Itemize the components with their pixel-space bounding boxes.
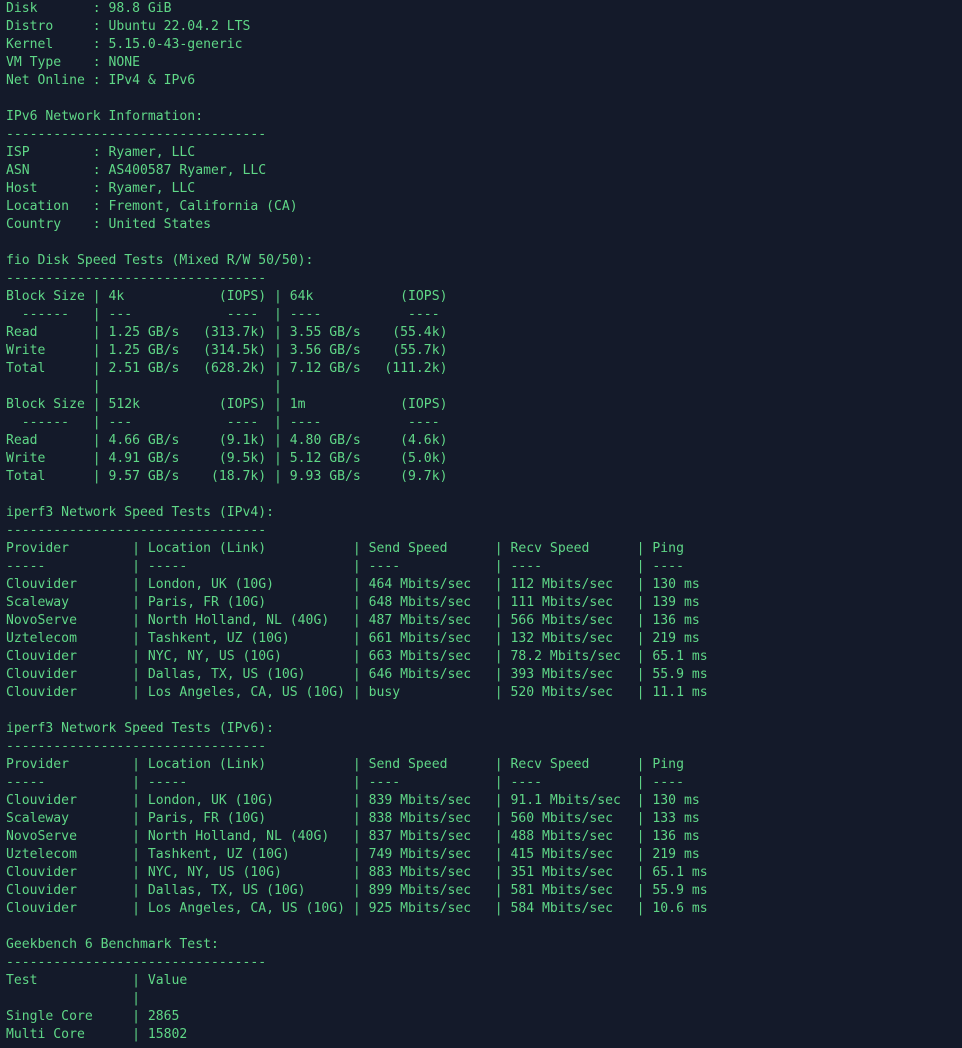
terminal-line: Scaleway | Paris, FR (10G) | 648 Mbits/s… — [6, 595, 700, 610]
terminal-line: Distro : Ubuntu 22.04.2 LTS — [6, 19, 251, 34]
terminal-line: Uztelecom | Tashkent, UZ (10G) | 661 Mbi… — [6, 631, 700, 646]
terminal-line: ----- | ----- | ---- | ---- | ---- — [6, 559, 684, 574]
terminal-line: --------------------------------- — [6, 523, 267, 538]
terminal-line: Geekbench 6 Benchmark Test: — [6, 937, 219, 952]
terminal-line: Location : Fremont, California (CA) — [6, 199, 298, 214]
terminal-line: --------------------------------- — [6, 271, 267, 286]
terminal-line: Test | Value — [6, 973, 188, 988]
terminal-line: Provider | Location (Link) | Send Speed … — [6, 757, 684, 772]
terminal-line: ----- | ----- | ---- | ---- | ---- — [6, 775, 684, 790]
terminal-line: ------ | --- ---- | ---- ---- — [6, 307, 440, 322]
terminal-line: Block Size | 4k (IOPS) | 64k (IOPS) — [6, 289, 448, 304]
terminal-line: Multi Core | 15802 — [6, 1027, 188, 1042]
terminal-line: Write | 1.25 GB/s (314.5k) | 3.56 GB/s (… — [6, 343, 448, 358]
terminal-line: Single Core | 2865 — [6, 1009, 180, 1024]
terminal-line: --------------------------------- — [6, 955, 267, 970]
terminal-line: --------------------------------- — [6, 739, 267, 754]
terminal-line: Clouvider | Dallas, TX, US (10G) | 899 M… — [6, 883, 708, 898]
terminal-line: Clouvider | London, UK (10G) | 839 Mbits… — [6, 793, 700, 808]
terminal-line: Kernel : 5.15.0-43-generic — [6, 37, 243, 52]
terminal-line: VM Type : NONE — [6, 55, 141, 70]
terminal-line: Block Size | 512k (IOPS) | 1m (IOPS) — [6, 397, 448, 412]
terminal-line: iperf3 Network Speed Tests (IPv4): — [6, 505, 275, 520]
terminal-line: Read | 4.66 GB/s (9.1k) | 4.80 GB/s (4.6… — [6, 433, 448, 448]
terminal-line: fio Disk Speed Tests (Mixed R/W 50/50): — [6, 253, 314, 268]
terminal-line: Clouvider | London, UK (10G) | 464 Mbits… — [6, 577, 700, 592]
terminal-line: Total | 2.51 GB/s (628.2k) | 7.12 GB/s (… — [6, 361, 448, 376]
terminal-line: Clouvider | NYC, NY, US (10G) | 883 Mbit… — [6, 865, 708, 880]
terminal-line: Clouvider | Dallas, TX, US (10G) | 646 M… — [6, 667, 708, 682]
terminal-line: IPv6 Network Information: — [6, 109, 204, 124]
terminal-output: Disk : 98.8 GiB Distro : Ubuntu 22.04.2 L… — [0, 0, 962, 1048]
terminal-line: Clouvider | Los Angeles, CA, US (10G) | … — [6, 685, 708, 700]
terminal-line: Host : Ryamer, LLC — [6, 181, 196, 196]
terminal-line: ------ | --- ---- | ---- ---- — [6, 415, 440, 430]
terminal-line: Provider | Location (Link) | Send Speed … — [6, 541, 684, 556]
terminal-line: Country : United States — [6, 217, 211, 232]
terminal-line: Write | 4.91 GB/s (9.5k) | 5.12 GB/s (5.… — [6, 451, 448, 466]
terminal-line: --------------------------------- — [6, 127, 267, 142]
terminal-line: | | — [6, 379, 282, 394]
terminal-line: Read | 1.25 GB/s (313.7k) | 3.55 GB/s (5… — [6, 325, 448, 340]
terminal-line: Uztelecom | Tashkent, UZ (10G) | 749 Mbi… — [6, 847, 700, 862]
terminal-line: Disk : 98.8 GiB — [6, 1, 172, 16]
terminal-line: ASN : AS400587 Ryamer, LLC — [6, 163, 267, 178]
terminal-line: | — [6, 991, 141, 1006]
terminal-line: NovoServe | North Holland, NL (40G) | 48… — [6, 613, 700, 628]
terminal-line: Scaleway | Paris, FR (10G) | 838 Mbits/s… — [6, 811, 700, 826]
terminal-line: Total | 9.57 GB/s (18.7k) | 9.93 GB/s (9… — [6, 469, 448, 484]
terminal-line: ISP : Ryamer, LLC — [6, 145, 196, 160]
terminal-line: Clouvider | NYC, NY, US (10G) | 663 Mbit… — [6, 649, 708, 664]
terminal-line: Net Online : IPv4 & IPv6 — [6, 73, 196, 88]
terminal-line: iperf3 Network Speed Tests (IPv6): — [6, 721, 275, 736]
terminal-line: NovoServe | North Holland, NL (40G) | 83… — [6, 829, 700, 844]
terminal-line: Clouvider | Los Angeles, CA, US (10G) | … — [6, 901, 708, 916]
